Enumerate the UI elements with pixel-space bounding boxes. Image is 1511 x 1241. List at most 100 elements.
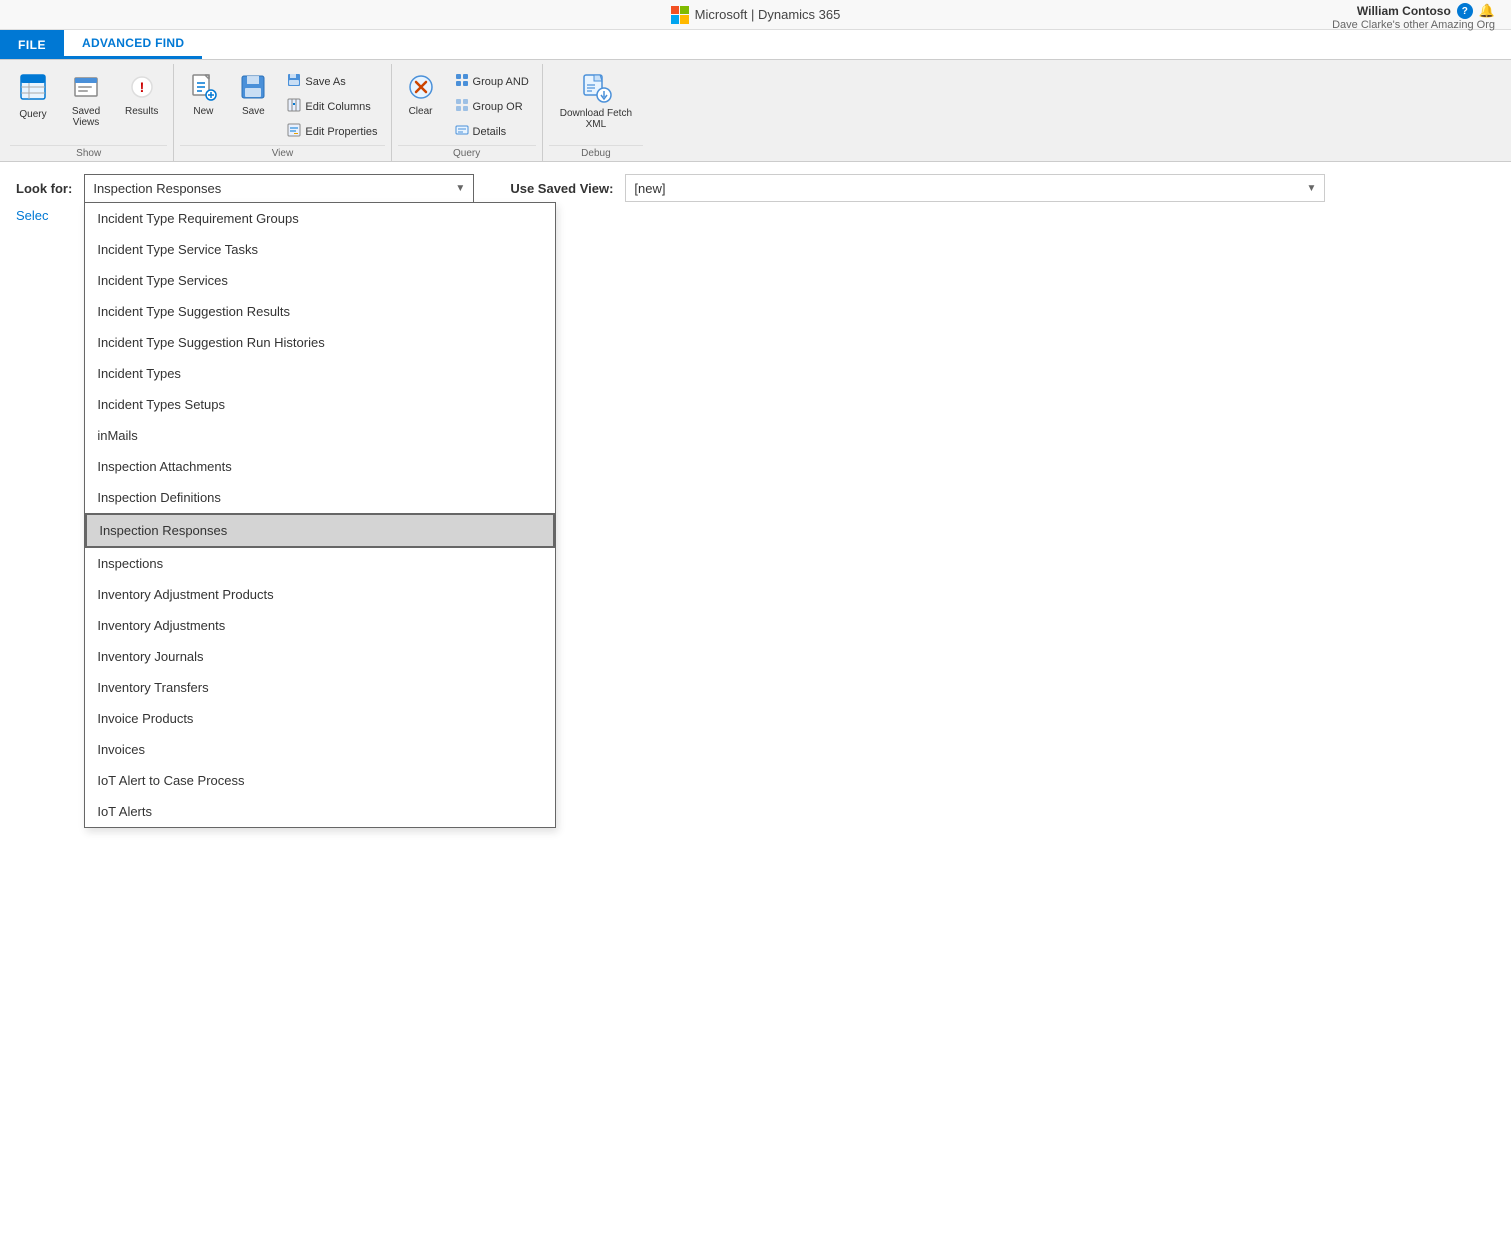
- ms-yellow-sq: [680, 15, 689, 24]
- dropdown-item[interactable]: Incident Type Services: [85, 265, 555, 296]
- user-org: Dave Clarke's other Amazing Org: [1332, 19, 1495, 31]
- ms-blue-sq: [671, 15, 680, 24]
- clear-button[interactable]: Clear: [398, 68, 444, 122]
- dropdown-item[interactable]: Incident Types Setups: [85, 389, 555, 420]
- saved-views-label: Saved Views: [72, 106, 100, 128]
- main-content: Look for: Inspection Responses ▼ Inciden…: [0, 162, 1511, 235]
- query-group-label: Query: [398, 145, 536, 161]
- saved-views-icon: [72, 73, 100, 104]
- saved-view-value: [new]: [634, 181, 665, 196]
- ribbon-group-query: Clear Group AND: [392, 64, 543, 161]
- ms-red-sq: [671, 6, 680, 15]
- edit-properties-label: Edit Properties: [305, 126, 377, 138]
- group-and-icon: [455, 73, 469, 90]
- query-button[interactable]: Query: [10, 68, 56, 125]
- user-name: William Contoso: [1357, 4, 1451, 18]
- help-button[interactable]: ?: [1457, 3, 1473, 19]
- dropdown-item[interactable]: Inspection Definitions: [85, 482, 555, 513]
- dropdown-item[interactable]: inMails: [85, 420, 555, 451]
- group-or-label: Group OR: [473, 101, 523, 113]
- edit-columns-button[interactable]: Edit Columns: [280, 95, 384, 118]
- save-as-button[interactable]: Save As: [280, 70, 384, 93]
- dropdown-item[interactable]: Incident Type Suggestion Run Histories: [85, 327, 555, 358]
- show-buttons: Query Saved Views: [10, 64, 167, 143]
- new-label: New: [193, 106, 213, 117]
- edit-properties-icon: [287, 123, 301, 140]
- query-icon: [19, 73, 47, 107]
- show-group-label: Show: [10, 145, 167, 161]
- dropdown-item[interactable]: Inspection Attachments: [85, 451, 555, 482]
- ribbon-group-debug: Download Fetch XML Debug: [543, 64, 649, 161]
- save-as-label: Save As: [305, 76, 345, 88]
- dropdown-item[interactable]: Incident Types: [85, 358, 555, 389]
- details-icon: [455, 123, 469, 140]
- saved-views-button[interactable]: Saved Views: [60, 68, 112, 133]
- tab-advanced-find[interactable]: ADVANCED FIND: [64, 30, 202, 59]
- dropdown-item[interactable]: Inventory Journals: [85, 641, 555, 672]
- save-button[interactable]: Save: [230, 68, 276, 122]
- look-for-label: Look for:: [16, 181, 72, 196]
- view-group-label: View: [180, 145, 384, 161]
- top-bar: Microsoft | Dynamics 365 William Contoso…: [0, 0, 1511, 30]
- dropdown-item[interactable]: Inspection Responses: [85, 513, 555, 548]
- dropdown-item[interactable]: Inventory Transfers: [85, 672, 555, 703]
- product-branding: Microsoft | Dynamics 365: [671, 6, 841, 24]
- ribbon-group-show: Query Saved Views: [4, 64, 174, 161]
- dropdown-item[interactable]: IoT Alert to Case Process: [85, 765, 555, 796]
- download-fetch-xml-icon: [580, 73, 612, 106]
- save-icon: [239, 73, 267, 104]
- look-for-value: Inspection Responses: [93, 181, 221, 196]
- results-button[interactable]: ! Results: [116, 68, 167, 122]
- dropdown-item[interactable]: Incident Type Requirement Groups: [85, 203, 555, 234]
- dropdown-items-container: Incident Type Requirement GroupsIncident…: [85, 203, 555, 827]
- group-or-icon: [455, 98, 469, 115]
- query-label: Query: [19, 109, 46, 120]
- new-button[interactable]: New: [180, 68, 226, 122]
- look-for-dropdown-container: Inspection Responses ▼ Incident Type Req…: [84, 174, 474, 202]
- debug-group-label: Debug: [549, 145, 643, 161]
- new-icon: [189, 73, 217, 104]
- group-and-button[interactable]: Group AND: [448, 70, 536, 93]
- look-for-chevron: ▼: [455, 183, 465, 194]
- product-name: Microsoft | Dynamics 365: [695, 7, 841, 22]
- ribbon-group-view: New Save: [174, 64, 391, 161]
- details-button[interactable]: Details: [448, 120, 536, 143]
- saved-view-label: Use Saved View:: [510, 181, 613, 196]
- notify-icon[interactable]: 🔔: [1479, 3, 1495, 19]
- save-as-icon: [287, 73, 301, 90]
- download-fetch-xml-label: Download Fetch XML: [560, 108, 632, 130]
- results-label: Results: [125, 106, 158, 117]
- select-link[interactable]: Selec: [16, 208, 49, 223]
- edit-properties-button[interactable]: Edit Properties: [280, 120, 384, 143]
- ribbon-content: Query Saved Views: [0, 60, 1511, 162]
- group-or-button[interactable]: Group OR: [448, 95, 536, 118]
- ribbon-tabs: FILE ADVANCED FIND: [0, 30, 1511, 60]
- group-and-label: Group AND: [473, 76, 529, 88]
- tab-file[interactable]: FILE: [0, 30, 64, 59]
- svg-text:!: !: [139, 79, 144, 95]
- dropdown-item[interactable]: Incident Type Suggestion Results: [85, 296, 555, 327]
- user-area: William Contoso ? 🔔 Dave Clarke's other …: [1332, 3, 1495, 31]
- look-for-dropdown-list[interactable]: Incident Type Requirement GroupsIncident…: [84, 202, 556, 828]
- ms-green-sq: [680, 6, 689, 15]
- dropdown-item[interactable]: Invoice Products: [85, 703, 555, 734]
- saved-view-chevron: ▼: [1307, 183, 1317, 194]
- dropdown-item[interactable]: Incident Type Service Tasks: [85, 234, 555, 265]
- dropdown-item[interactable]: Inspections: [85, 548, 555, 579]
- edit-columns-label: Edit Columns: [305, 101, 370, 113]
- dropdown-item[interactable]: IoT Alerts: [85, 796, 555, 827]
- dropdown-item[interactable]: Inventory Adjustment Products: [85, 579, 555, 610]
- dropdown-item[interactable]: Invoices: [85, 734, 555, 765]
- edit-columns-icon: [287, 98, 301, 115]
- clear-label: Clear: [409, 106, 433, 117]
- dropdown-item[interactable]: Inventory Adjustments: [85, 610, 555, 641]
- ms-logo: [671, 6, 689, 24]
- save-label: Save: [242, 106, 265, 117]
- results-icon: !: [128, 73, 156, 104]
- saved-view-wrapper: [new] ▼: [625, 174, 1495, 202]
- saved-view-select[interactable]: [new] ▼: [625, 174, 1325, 202]
- clear-icon: [407, 73, 435, 104]
- download-fetch-xml-button[interactable]: Download Fetch XML: [549, 68, 643, 135]
- look-for-select[interactable]: Inspection Responses ▼: [84, 174, 474, 202]
- details-label: Details: [473, 126, 507, 138]
